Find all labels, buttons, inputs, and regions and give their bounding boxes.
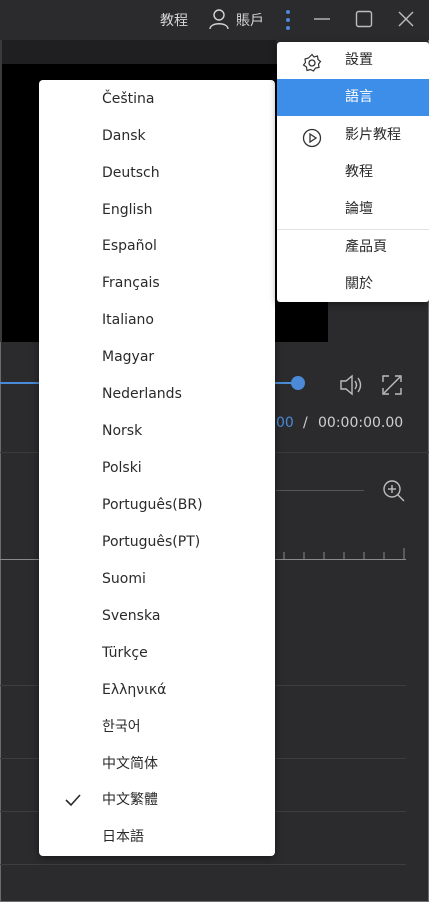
menu-item-video-tutorial[interactable]: 影片教程 bbox=[277, 117, 429, 154]
settings-menu: 設置 語言 影片教程 教程 論壇 產品頁 關於 bbox=[277, 42, 429, 302]
language-label: Čeština bbox=[102, 91, 155, 107]
language-label: 中文繁體 bbox=[102, 792, 158, 808]
language-option[interactable]: 한국어 bbox=[39, 709, 275, 746]
panel-edge bbox=[0, 40, 2, 342]
current-time: 00 bbox=[276, 415, 294, 431]
seek-handle[interactable] bbox=[291, 376, 305, 390]
language-label: Français bbox=[102, 275, 160, 291]
language-option[interactable]: Deutsch bbox=[39, 155, 275, 192]
language-option[interactable]: Suomi bbox=[39, 561, 275, 598]
total-time: 00:00:00.00 bbox=[318, 415, 404, 431]
title-bar: 教程 賬戶 bbox=[0, 0, 429, 40]
language-label: 日本語 bbox=[102, 829, 144, 845]
language-label: Polski bbox=[102, 460, 142, 476]
menu-item-label: 語言 bbox=[345, 89, 373, 105]
language-label: Italiano bbox=[102, 312, 154, 328]
language-option[interactable]: Türkçe bbox=[39, 635, 275, 672]
track-divider bbox=[0, 864, 406, 865]
language-option[interactable]: Español bbox=[39, 228, 275, 265]
language-label: Suomi bbox=[102, 571, 146, 587]
minimize-icon[interactable] bbox=[313, 10, 331, 32]
language-label: 한국어 bbox=[102, 719, 141, 735]
close-icon[interactable] bbox=[397, 10, 415, 32]
menu-item-tutorial[interactable]: 教程 bbox=[277, 154, 429, 191]
language-label: Norsk bbox=[102, 423, 143, 439]
account-button[interactable]: 賬戶 bbox=[236, 10, 264, 30]
menu-item-product-page[interactable]: 產品頁 bbox=[277, 229, 429, 266]
menu-item-settings[interactable]: 設置 bbox=[277, 42, 429, 79]
language-label: Dansk bbox=[102, 128, 146, 144]
language-option[interactable]: 中文简体 bbox=[39, 746, 275, 783]
menu-item-label: 教程 bbox=[345, 164, 373, 180]
menu-item-label: 論壇 bbox=[345, 201, 373, 217]
language-label: Türkçe bbox=[102, 645, 148, 661]
language-label: 中文简体 bbox=[102, 756, 158, 772]
toolbar-strip bbox=[0, 40, 276, 64]
language-label: English bbox=[102, 202, 153, 218]
language-option[interactable]: Français bbox=[39, 265, 275, 302]
language-option-selected[interactable]: 中文繁體 bbox=[39, 782, 275, 819]
menu-item-forum[interactable]: 論壇 bbox=[277, 191, 429, 228]
language-option[interactable]: Čeština bbox=[39, 81, 275, 118]
language-option[interactable]: Svenska bbox=[39, 598, 275, 635]
more-menu-icon[interactable] bbox=[284, 8, 292, 36]
language-option[interactable]: Magyar bbox=[39, 339, 275, 376]
user-icon[interactable] bbox=[209, 8, 229, 34]
language-option[interactable]: Português(PT) bbox=[39, 524, 275, 561]
language-menu: Čeština Dansk Deutsch English Español Fr… bbox=[39, 80, 275, 856]
language-label: Svenska bbox=[102, 608, 161, 624]
language-label: Deutsch bbox=[102, 165, 160, 181]
menu-item-label: 影片教程 bbox=[345, 127, 401, 143]
language-option[interactable]: Português(BR) bbox=[39, 487, 275, 524]
language-option[interactable]: Ελληνικά bbox=[39, 672, 275, 709]
fullscreen-icon[interactable] bbox=[381, 374, 403, 400]
language-option[interactable]: Norsk bbox=[39, 413, 275, 450]
menu-item-label: 關於 bbox=[345, 276, 373, 292]
zoom-slider[interactable] bbox=[276, 490, 364, 491]
language-label: Magyar bbox=[102, 349, 155, 365]
language-label: Español bbox=[102, 238, 157, 254]
time-separator: / bbox=[303, 415, 308, 431]
zoom-in-icon[interactable] bbox=[382, 479, 406, 507]
language-label: Ελληνικά bbox=[102, 682, 167, 698]
language-label: Português(BR) bbox=[102, 497, 203, 513]
language-option[interactable]: English bbox=[39, 192, 275, 229]
tutorial-link[interactable]: 教程 bbox=[160, 10, 188, 30]
language-label: Nederlands bbox=[102, 386, 182, 402]
volume-icon[interactable] bbox=[338, 373, 364, 401]
maximize-icon[interactable] bbox=[355, 10, 373, 32]
menu-item-about[interactable]: 關於 bbox=[277, 266, 429, 303]
menu-item-label: 產品頁 bbox=[345, 239, 387, 255]
language-option[interactable]: 日本語 bbox=[39, 819, 275, 856]
language-option[interactable]: Italiano bbox=[39, 302, 275, 339]
language-option[interactable]: Polski bbox=[39, 450, 275, 487]
language-option[interactable]: Dansk bbox=[39, 118, 275, 155]
language-option[interactable]: Nederlands bbox=[39, 376, 275, 413]
language-label: Português(PT) bbox=[102, 534, 201, 550]
menu-item-language[interactable]: 語言 bbox=[277, 79, 429, 116]
menu-item-label: 設置 bbox=[345, 52, 373, 68]
